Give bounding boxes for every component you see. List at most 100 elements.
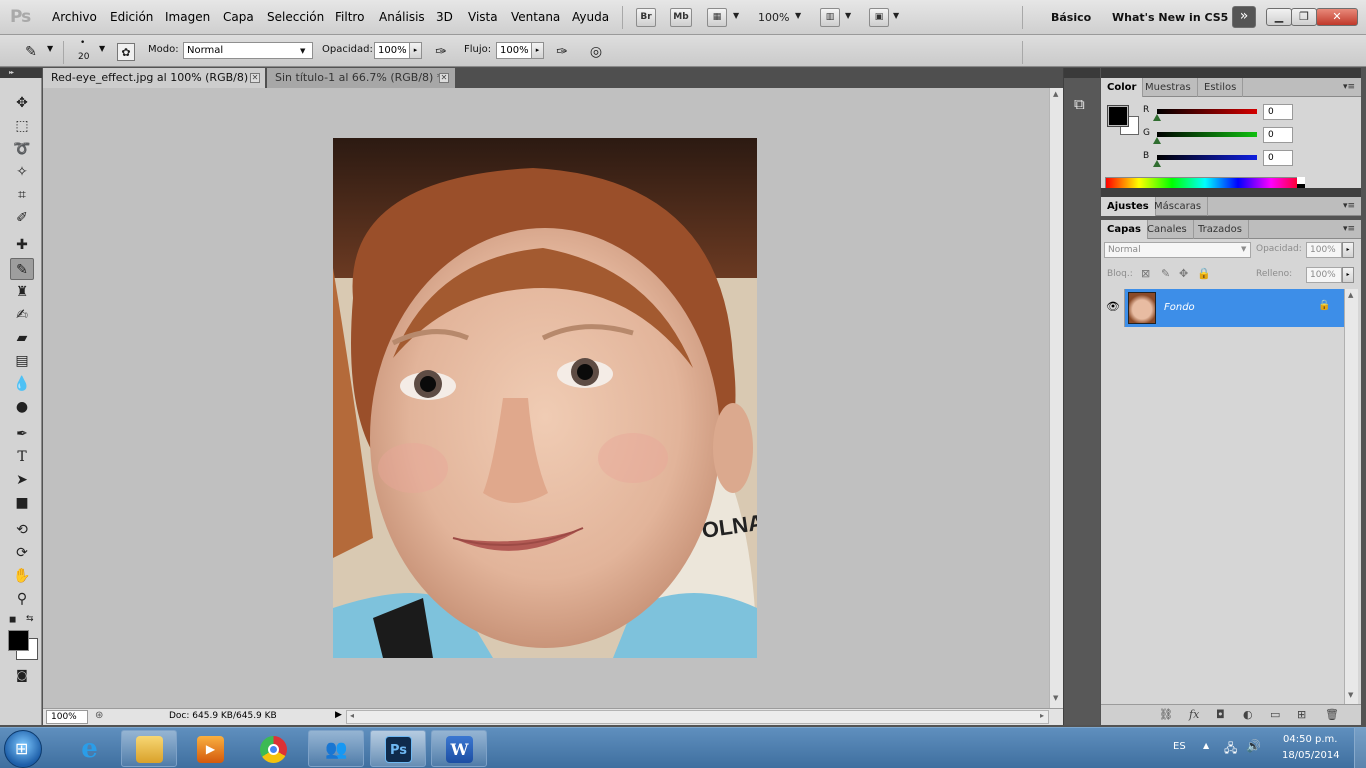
hand-tool-icon[interactable]: ✋ bbox=[10, 565, 34, 587]
layer-visibility-cell[interactable]: 👁 bbox=[1101, 289, 1125, 327]
chevron-down-icon[interactable]: ▼ bbox=[99, 44, 105, 53]
panel-collapse-icon[interactable]: ▸▸ bbox=[0, 68, 42, 78]
tab-color[interactable]: Color bbox=[1101, 78, 1144, 97]
red-slider-thumb[interactable] bbox=[1153, 114, 1161, 121]
new-group-icon[interactable]: ▭ bbox=[1270, 708, 1280, 721]
menu-analisis[interactable]: Análisis bbox=[379, 10, 425, 24]
chevron-down-icon[interactable]: ▼ bbox=[47, 44, 53, 53]
scroll-left-icon[interactable]: ◂ bbox=[350, 711, 354, 720]
document-image[interactable]: OLNA bbox=[333, 138, 757, 658]
zoom-level[interactable]: 100% bbox=[758, 11, 789, 24]
fill-arrow[interactable]: ▸ bbox=[1342, 267, 1354, 283]
brush-tool-icon[interactable]: ✎ bbox=[10, 258, 34, 280]
blue-value-input[interactable]: 0 bbox=[1263, 150, 1293, 166]
dodge-tool-icon[interactable]: ● bbox=[10, 396, 34, 418]
menu-ayuda[interactable]: Ayuda bbox=[572, 10, 609, 24]
layer-row-fondo[interactable]: 👁 Fondo 🔒 bbox=[1101, 289, 1344, 327]
scroll-right-icon[interactable]: ▸ bbox=[1040, 711, 1044, 720]
pen-tool-icon[interactable]: ✒ bbox=[10, 423, 34, 445]
foreground-color-swatch[interactable] bbox=[1107, 105, 1129, 127]
menu-seleccion[interactable]: Selección bbox=[267, 10, 324, 24]
taskbar-internet-explorer[interactable]: e bbox=[61, 730, 117, 767]
fill-input[interactable]: 100% bbox=[1306, 267, 1342, 283]
menu-edicion[interactable]: Edición bbox=[110, 10, 153, 24]
tab-sin-titulo-1[interactable]: Sin título-1 al 66.7% (RGB/8) * bbox=[267, 68, 455, 88]
volume-icon[interactable]: 🔊 bbox=[1246, 739, 1261, 753]
panel-menu-icon[interactable]: ▾≡ bbox=[1343, 82, 1355, 92]
brush-panel-icon[interactable]: ✿ bbox=[117, 43, 135, 61]
crop-tool-icon[interactable]: ⌗ bbox=[10, 184, 34, 206]
eyedropper-tool-icon[interactable]: ✐ bbox=[10, 207, 34, 229]
flow-input[interactable]: 100% bbox=[496, 42, 532, 59]
status-info-icon[interactable]: ⊛ bbox=[95, 710, 103, 721]
close-icon[interactable]: ✕ bbox=[250, 73, 260, 83]
taskbar-chrome[interactable] bbox=[245, 730, 301, 767]
minimize-icon[interactable]: ▁ bbox=[1266, 8, 1292, 26]
brush-size[interactable]: 20 bbox=[78, 52, 89, 62]
tab-estilos[interactable]: Estilos bbox=[1198, 78, 1244, 97]
brush-tool-preset-icon[interactable]: ✎ bbox=[22, 43, 40, 61]
pressure-size-icon[interactable]: ◎ bbox=[587, 43, 605, 61]
taskbar-media-player[interactable]: ▶ bbox=[182, 730, 238, 767]
rectangle-tool-icon[interactable]: ■ bbox=[10, 492, 34, 514]
chevron-down-icon[interactable]: ▼ bbox=[795, 11, 801, 20]
vertical-scrollbar[interactable]: ▲ ▼ bbox=[1049, 88, 1063, 708]
extras-icon[interactable]: ▦ bbox=[707, 8, 727, 27]
taskbar-explorer[interactable] bbox=[121, 730, 177, 767]
status-zoom-input[interactable]: 100% bbox=[46, 710, 88, 724]
lock-all-icon[interactable]: 🔒 bbox=[1197, 267, 1211, 280]
clone-stamp-tool-icon[interactable]: ♜ bbox=[10, 281, 34, 303]
3d-rotate-tool-icon[interactable]: ⟲ bbox=[10, 519, 34, 541]
close-icon[interactable]: ✕ bbox=[1316, 8, 1358, 26]
spectrum-white-swatch[interactable] bbox=[1297, 177, 1305, 184]
lock-position-icon[interactable]: ✥ bbox=[1179, 267, 1188, 280]
menu-archivo[interactable]: Archivo bbox=[52, 10, 97, 24]
language-indicator[interactable]: ES bbox=[1173, 741, 1186, 752]
pressure-opacity-icon[interactable]: ✑ bbox=[432, 43, 450, 61]
close-icon[interactable]: ✕ bbox=[439, 73, 449, 83]
3d-orbit-tool-icon[interactable]: ⟳ bbox=[10, 542, 34, 564]
eye-icon[interactable]: 👁 bbox=[1106, 300, 1120, 313]
tab-red-eye-effect[interactable]: Red-eye_effect.jpg al 100% (RGB/8) * bbox=[43, 68, 265, 88]
menu-imagen[interactable]: Imagen bbox=[165, 10, 210, 24]
mode-select[interactable]: Normal bbox=[183, 42, 313, 59]
blend-mode-select[interactable]: Normal bbox=[1104, 242, 1251, 258]
blue-slider[interactable] bbox=[1157, 155, 1257, 160]
menu-vista[interactable]: Vista bbox=[468, 10, 498, 24]
clock-date[interactable]: 18/05/2014 bbox=[1282, 750, 1340, 761]
lasso-tool-icon[interactable]: ➰ bbox=[10, 138, 34, 160]
add-mask-icon[interactable]: ◘ bbox=[1216, 708, 1225, 721]
opacity-input[interactable]: 100% bbox=[374, 42, 410, 59]
layers-scrollbar[interactable]: ▲ ▼ bbox=[1344, 289, 1358, 704]
panel-menu-icon[interactable]: ▾≡ bbox=[1343, 201, 1355, 211]
workspace-basico[interactable]: Básico bbox=[1051, 11, 1091, 24]
blur-tool-icon[interactable]: 💧 bbox=[10, 373, 34, 395]
chevron-down-icon[interactable]: ▼ bbox=[893, 11, 899, 20]
eraser-tool-icon[interactable]: ▰ bbox=[10, 327, 34, 349]
opacity-slider-arrow[interactable]: ▸ bbox=[409, 42, 422, 59]
taskbar-messenger[interactable]: 👥 bbox=[308, 730, 364, 767]
green-slider[interactable] bbox=[1157, 132, 1257, 137]
tab-trazados[interactable]: Trazados bbox=[1192, 220, 1249, 239]
layer-name[interactable]: Fondo bbox=[1164, 302, 1195, 313]
panel-menu-icon[interactable]: ▾≡ bbox=[1343, 224, 1355, 234]
scroll-up-icon[interactable]: ▲ bbox=[1053, 90, 1058, 98]
chevron-down-icon[interactable]: ▼ bbox=[845, 11, 851, 20]
tab-mascaras[interactable]: Máscaras bbox=[1148, 197, 1209, 216]
type-tool-icon[interactable]: T bbox=[10, 446, 34, 468]
chevron-down-icon[interactable]: ▼ bbox=[733, 11, 739, 20]
scroll-down-icon[interactable]: ▼ bbox=[1053, 694, 1058, 702]
horizontal-scrollbar[interactable]: ◂ ▸ bbox=[346, 710, 1049, 724]
status-menu-arrow-icon[interactable]: ▶ bbox=[335, 710, 342, 720]
lock-transparency-icon[interactable]: ⊠ bbox=[1141, 267, 1150, 280]
red-slider[interactable] bbox=[1157, 109, 1257, 114]
default-colors-icon[interactable]: ◼ bbox=[9, 615, 16, 625]
scroll-up-icon[interactable]: ▲ bbox=[1348, 291, 1353, 299]
menu-3d[interactable]: 3D bbox=[436, 10, 453, 24]
lock-pixels-icon[interactable]: ✎ bbox=[1161, 267, 1170, 280]
flow-slider-arrow[interactable]: ▸ bbox=[531, 42, 544, 59]
bridge-button[interactable]: Br bbox=[636, 8, 656, 27]
red-value-input[interactable]: 0 bbox=[1263, 104, 1293, 120]
canvas-area[interactable]: OLNA bbox=[43, 88, 1049, 708]
tab-canales[interactable]: Canales bbox=[1141, 220, 1194, 239]
